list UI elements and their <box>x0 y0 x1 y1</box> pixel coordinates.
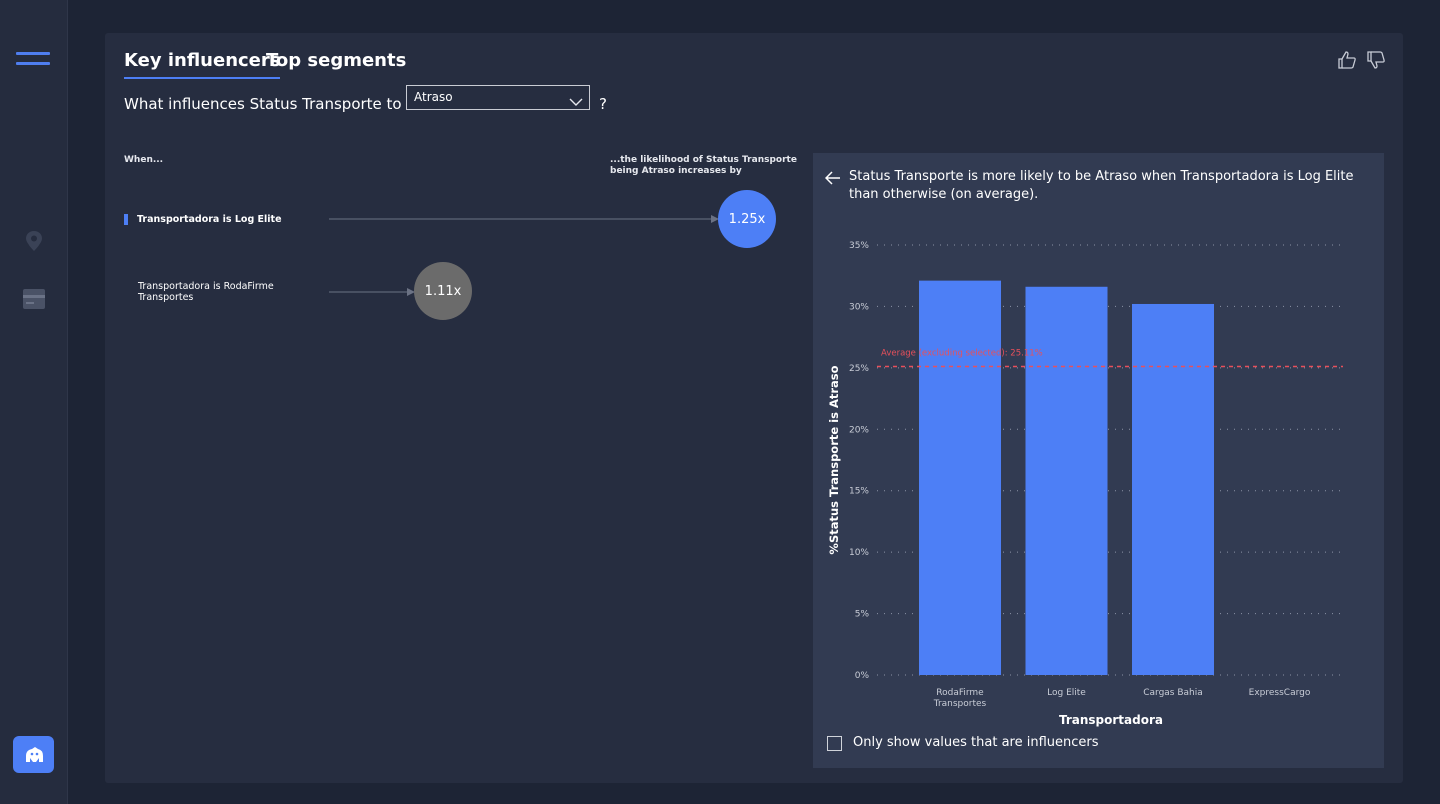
y-tick-label: 20% <box>849 425 869 435</box>
x-tick-label: ExpressCargo <box>1249 688 1311 698</box>
app-logo-icon[interactable] <box>13 736 54 773</box>
checkbox-label: Only show values that are influencers <box>853 735 1099 750</box>
y-tick-label: 0% <box>855 671 870 681</box>
bar <box>919 280 1002 675</box>
influencer-connector-line <box>329 215 719 223</box>
thumbs-up-icon[interactable] <box>1337 50 1357 74</box>
influencer-connector-line <box>329 288 415 296</box>
influencer-row-label[interactable]: Transportadora is Log Elite <box>137 214 282 225</box>
y-tick-label: 25% <box>849 364 869 374</box>
influencer-row-label[interactable]: Transportadora is RodaFirme Transportes <box>138 281 274 303</box>
chevron-down-icon <box>569 92 583 115</box>
y-tick-label: 35% <box>849 241 869 251</box>
likelihood-header: ...the likelihood of Status Transporte b… <box>610 155 797 176</box>
hamburger-menu-icon[interactable] <box>16 52 50 68</box>
x-tick-label: RodaFirme <box>936 688 984 698</box>
bar-chart: 0%5%10%15%20%25%30%35%RodaFirmeTransport… <box>827 241 1343 727</box>
y-axis-title: %Status Transporte is Atraso <box>827 365 841 554</box>
x-tick-label: Log Elite <box>1047 688 1086 698</box>
average-reference-label: Average (excluding selected): 25.11% <box>881 349 1043 359</box>
bar <box>1025 286 1108 675</box>
x-tick-label: Transportes <box>933 699 987 709</box>
dropdown-selected-value: Atraso <box>414 90 453 104</box>
influencers-only-checkbox[interactable] <box>827 736 842 751</box>
bar <box>1132 303 1215 675</box>
x-tick-label: Cargas Bahia <box>1143 688 1203 698</box>
key-influencers-panel: Key influencers Top segments What influe… <box>105 33 1403 783</box>
card-icon[interactable] <box>22 288 46 314</box>
target-value-dropdown[interactable]: Atraso <box>406 85 590 110</box>
y-tick-label: 30% <box>849 302 869 312</box>
influencer-bubble[interactable]: 1.25x <box>718 190 776 248</box>
question-suffix: ? <box>599 95 607 113</box>
influencer-bubble[interactable]: 1.11x <box>414 262 472 320</box>
tab-top-segments[interactable]: Top segments <box>266 50 406 77</box>
y-tick-label: 5% <box>855 610 870 620</box>
when-header: When... <box>124 155 164 165</box>
map-pin-icon[interactable] <box>24 230 44 256</box>
x-axis-title: Transportadora <box>1059 713 1163 727</box>
sidebar <box>0 0 68 804</box>
y-tick-label: 10% <box>849 548 869 558</box>
question-prefix: What influences Status Transporte to be <box>124 95 426 113</box>
influencer-detail-panel: Status Transporte is more likely to be A… <box>813 153 1384 768</box>
thumbs-down-icon[interactable] <box>1366 50 1386 74</box>
tab-key-influencers[interactable]: Key influencers <box>124 50 281 79</box>
y-tick-label: 15% <box>849 487 869 497</box>
selected-row-marker <box>124 214 128 225</box>
